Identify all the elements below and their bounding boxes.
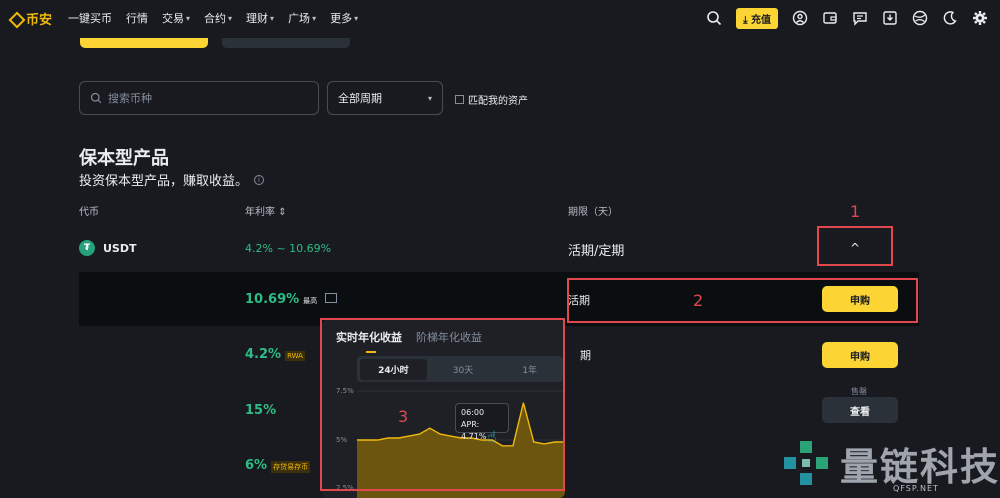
user-icon[interactable] bbox=[792, 10, 808, 26]
nav-label: 一键买币 bbox=[68, 12, 113, 25]
apr-value: 10.69% bbox=[245, 292, 300, 307]
period-select[interactable]: 全部周期 ▾ bbox=[327, 81, 443, 115]
sold-out-status: 售罄 bbox=[851, 387, 867, 396]
logo[interactable]: 币安 bbox=[8, 9, 52, 28]
rwa-tag: RWA bbox=[285, 351, 305, 361]
info-icon[interactable]: i bbox=[254, 174, 265, 185]
column-header-apr[interactable]: 年利率 ⇕ bbox=[245, 203, 287, 218]
nav-item-futures[interactable]: 合约 ▾ bbox=[204, 10, 232, 26]
nav-item-buy-crypto[interactable]: 一键买币 bbox=[68, 10, 112, 26]
chevron-down-icon: ▾ bbox=[312, 13, 317, 23]
nav-item-square[interactable]: 广场 ▾ bbox=[288, 10, 316, 26]
annotation-label-2: 2 bbox=[693, 291, 704, 310]
subscribe-button[interactable]: 申购 bbox=[822, 342, 898, 368]
chevron-down-icon: ▾ bbox=[186, 13, 191, 23]
best-rate-tag: 最高 bbox=[303, 297, 318, 305]
coin-name: USDT bbox=[103, 241, 137, 255]
watermark: 量链科技 bbox=[780, 436, 1000, 491]
row-apr-2: 4.2% RWA bbox=[245, 347, 305, 362]
annotation-box-2 bbox=[567, 278, 918, 323]
watermark-text: 量链科技 bbox=[840, 445, 1000, 489]
row-duration-2: 期 bbox=[580, 349, 591, 362]
deposit-button[interactable]: ⤓ 充值 bbox=[736, 7, 778, 29]
search-box[interactable] bbox=[79, 81, 319, 115]
annotation-box-3 bbox=[320, 318, 565, 491]
main-nav: 一键买币 行情 交易 ▾ 合约 ▾ 理财 ▾ 广场 ▾ 更多 ▾ bbox=[68, 10, 358, 26]
deposit-label: 充值 bbox=[751, 14, 771, 26]
match-assets-checkbox[interactable] bbox=[455, 95, 464, 104]
nav-label: 更多 bbox=[330, 12, 353, 25]
section-subtitle-text: 投资保本型产品，赚取收益。 bbox=[79, 174, 249, 189]
primary-button-stub[interactable] bbox=[80, 38, 208, 48]
savings-tag: 存贷易存币 bbox=[271, 461, 311, 473]
moon-icon[interactable] bbox=[942, 10, 958, 26]
search-icon[interactable] bbox=[706, 10, 722, 26]
chevron-down-icon: ▾ bbox=[354, 13, 359, 23]
nav-item-earn[interactable]: 理财 ▾ bbox=[246, 10, 274, 26]
nav-label: 理财 bbox=[246, 12, 269, 25]
apr-value: 4.2% bbox=[245, 347, 282, 362]
apr-header-label: 年利率 bbox=[245, 207, 275, 218]
nav-label: 广场 bbox=[288, 12, 311, 25]
header-actions: ⤓ 充值 bbox=[706, 0, 988, 36]
section-title: 保本型产品 bbox=[79, 148, 169, 169]
wallet-icon[interactable] bbox=[822, 10, 838, 26]
apr-range: 4.2% ~ 10.69% bbox=[245, 242, 332, 255]
nav-label: 交易 bbox=[162, 12, 185, 25]
search-input[interactable] bbox=[108, 91, 288, 105]
row-apr-3: 15% bbox=[245, 403, 276, 418]
row-apr-4: 6% 存贷易存币 bbox=[245, 458, 311, 473]
secondary-button-stub[interactable] bbox=[222, 38, 350, 48]
chart-icon[interactable] bbox=[325, 293, 338, 303]
nav-item-markets[interactable]: 行情 bbox=[126, 10, 148, 26]
chevron-down-icon: ▾ bbox=[427, 93, 432, 103]
column-header-coin: 代币 bbox=[79, 207, 99, 218]
chevron-down-icon: ▾ bbox=[228, 13, 233, 23]
download-icon[interactable] bbox=[882, 10, 898, 26]
globe-icon[interactable] bbox=[912, 10, 928, 26]
apr-value: 6% bbox=[245, 458, 268, 473]
view-button[interactable]: 查看 bbox=[822, 397, 898, 423]
watermark-logo-icon bbox=[784, 440, 828, 485]
watermark-url: QFSP.NET bbox=[893, 484, 939, 493]
match-assets-toggle[interactable]: 匹配我的资产 bbox=[455, 92, 528, 107]
nav-item-more[interactable]: 更多 ▾ bbox=[330, 10, 358, 26]
coin-cell: ₮ USDT bbox=[79, 240, 137, 256]
row-apr-1: 10.69% 最高 bbox=[245, 292, 338, 307]
chevron-down-icon: ▾ bbox=[270, 13, 275, 23]
logo-text: 币安 bbox=[26, 12, 53, 28]
nav-label: 行情 bbox=[126, 12, 149, 25]
section-subtitle: 投资保本型产品，赚取收益。 i bbox=[79, 170, 265, 189]
gear-icon[interactable] bbox=[972, 10, 988, 26]
annotation-label-3: 3 bbox=[398, 407, 409, 426]
match-assets-label: 匹配我的资产 bbox=[468, 96, 528, 107]
usdt-icon: ₮ bbox=[79, 240, 95, 256]
nav-item-trade[interactable]: 交易 ▾ bbox=[162, 10, 190, 26]
period-value: 全部周期 bbox=[338, 92, 382, 105]
binance-logo-icon bbox=[8, 11, 22, 25]
nav-label: 合约 bbox=[204, 12, 227, 25]
annotation-label-1: 1 bbox=[850, 202, 861, 221]
top-navigation: 币安 一键买币 行情 交易 ▾ 合约 ▾ 理财 ▾ 广场 ▾ 更多 ▾ ⤓ 充值 bbox=[0, 0, 1000, 36]
annotation-box-1 bbox=[817, 226, 893, 266]
column-header-duration: 期限（天） bbox=[568, 207, 618, 218]
duration-summary: 活期/定期 bbox=[568, 244, 625, 259]
search-icon bbox=[90, 89, 102, 108]
apr-value: 15% bbox=[245, 403, 277, 418]
sort-icon: ⇕ bbox=[278, 207, 287, 218]
message-icon[interactable] bbox=[852, 10, 868, 26]
